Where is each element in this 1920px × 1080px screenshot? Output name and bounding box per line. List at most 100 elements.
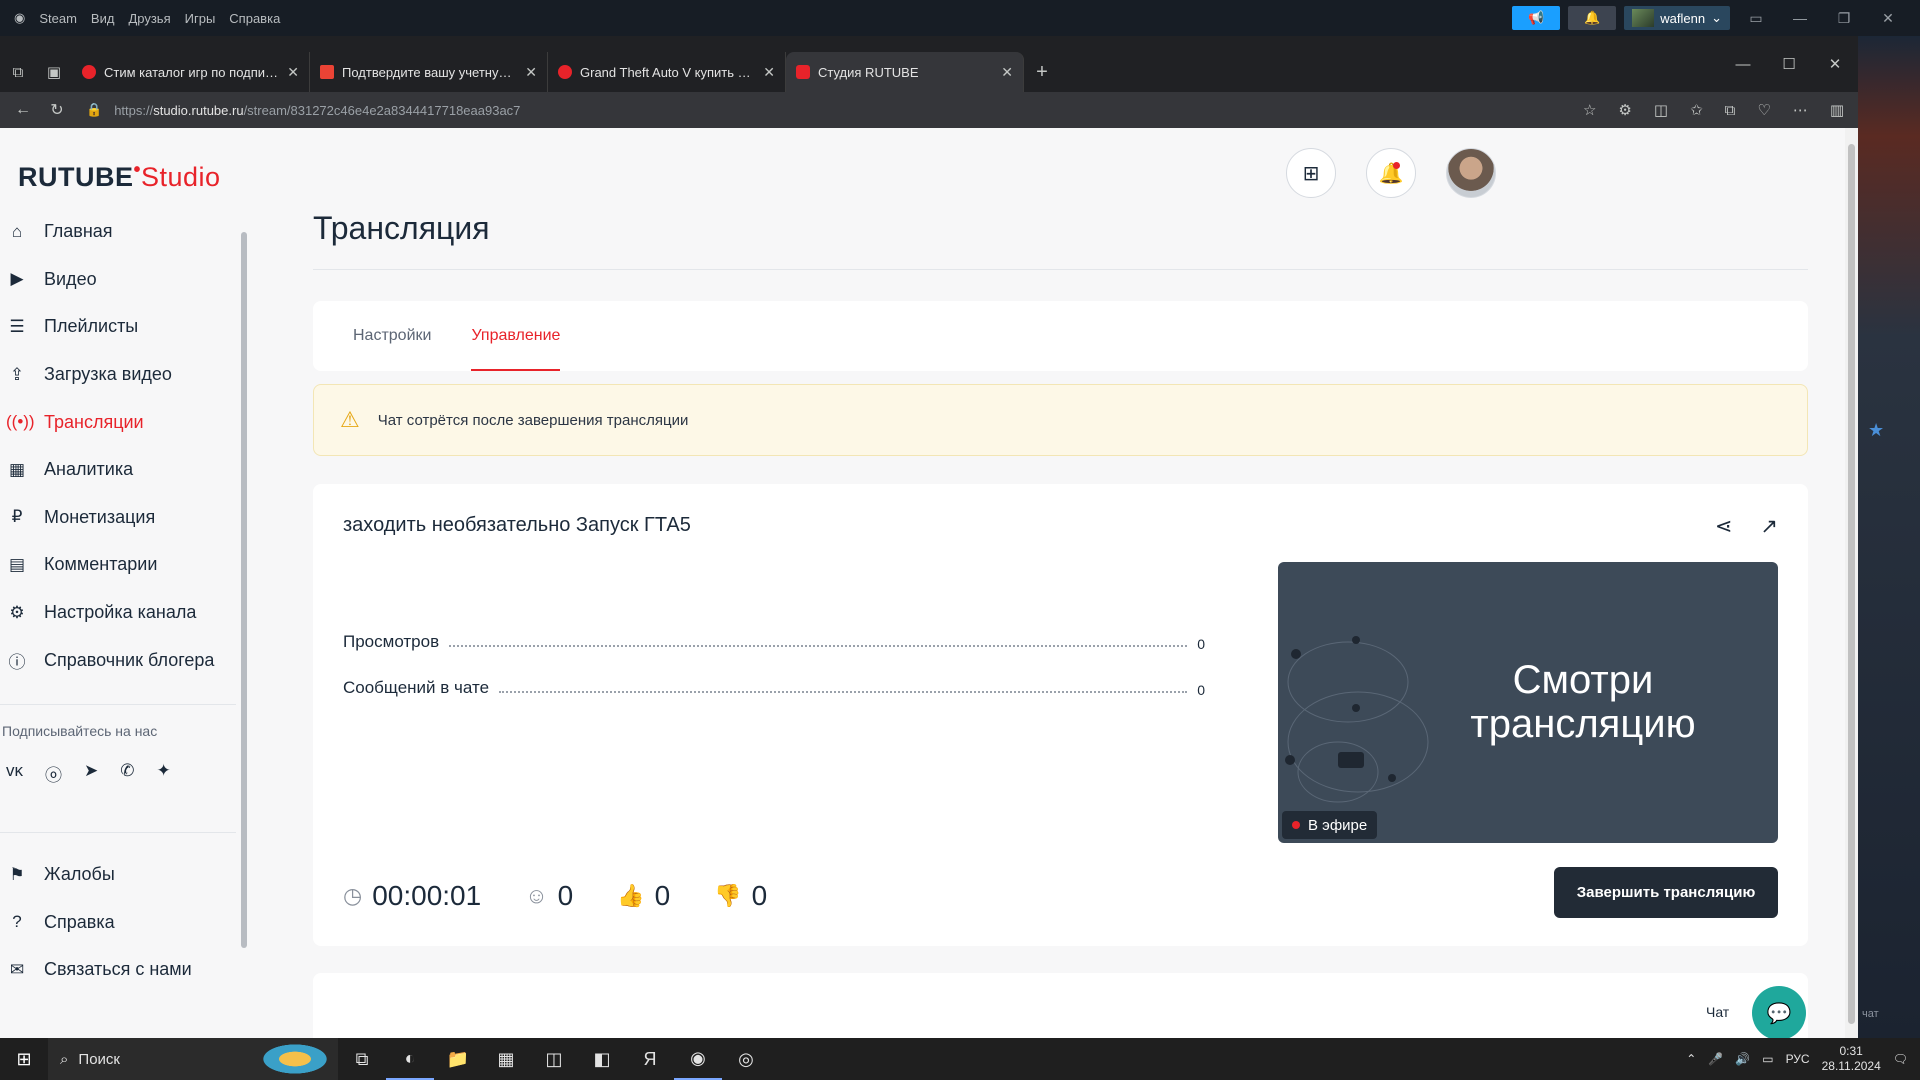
explorer-icon[interactable]: 📁 — [434, 1038, 482, 1080]
page-scroll-thumb[interactable] — [1848, 144, 1855, 1024]
chat-label: Чат — [1706, 1004, 1730, 1020]
sidebar-item-label: Комментарии — [44, 554, 158, 575]
back-icon[interactable]: ← — [6, 101, 40, 119]
task-view-icon[interactable]: ⧉ — [338, 1038, 386, 1080]
split-screen-icon[interactable]: ◫ — [1654, 101, 1668, 119]
preview-text-line1: Смотри — [1512, 658, 1654, 702]
browser-close-button[interactable]: ✕ — [1812, 55, 1858, 73]
outlook-icon[interactable]: ◫ — [530, 1038, 578, 1080]
browser-minimize-button[interactable]: — — [1720, 56, 1766, 73]
sidebar-item-channel-settings[interactable]: ⚙ Настройка канала — [0, 589, 250, 637]
external-link-icon[interactable]: ↗ — [1760, 514, 1778, 539]
sidebar-item-contact[interactable]: ✉ Связаться с нами — [0, 946, 250, 994]
user-avatar[interactable] — [1446, 148, 1496, 198]
page-scrollbar[interactable] — [1845, 128, 1858, 1038]
browser-maximize-button[interactable]: ☐ — [1766, 55, 1812, 73]
sidebar-item-upload[interactable]: ⇪ Загрузка видео — [0, 351, 250, 399]
steam-minimize-button[interactable]: — — [1782, 10, 1818, 26]
sidebar-item-help[interactable]: ? Справка — [0, 899, 250, 947]
messages-label: Сообщений в чате — [343, 678, 490, 697]
network-icon[interactable]: ▭ — [1762, 1052, 1773, 1066]
windows-start-icon[interactable]: ⊞ — [0, 1038, 48, 1080]
dzen-icon[interactable]: ✦ — [157, 761, 171, 786]
rutube-studio-logo[interactable]: RUTUBE•Studio — [18, 159, 221, 193]
telegram-icon[interactable]: ➤ — [84, 761, 98, 786]
favorites-icon[interactable]: ✩ — [1690, 101, 1703, 119]
browser-tab-active[interactable]: Студия RUTUBE ✕ — [786, 52, 1024, 92]
new-tab-button[interactable]: + — [1024, 52, 1060, 92]
language-indicator[interactable]: РУС — [1786, 1052, 1810, 1066]
tab-title: Подтвердите вашу учетную запи — [342, 64, 518, 80]
steam-announce-button[interactable]: 📢 — [1512, 6, 1561, 30]
sidebar-item-analytics[interactable]: ▦ Аналитика — [0, 446, 250, 494]
sidebar-item-playlists[interactable]: ☰ Плейлисты — [0, 303, 250, 351]
steam-user-menu[interactable]: waflenn ⌄ — [1624, 6, 1730, 30]
notification-center-icon[interactable]: 🗨 — [1893, 1052, 1908, 1066]
tab-settings[interactable]: Настройки — [353, 301, 431, 371]
tab-close-icon[interactable]: ✕ — [287, 64, 299, 81]
sidebar-item-complaints[interactable]: ⚑ Жалобы — [0, 851, 250, 899]
workspaces-icon[interactable]: ⧉ — [0, 52, 36, 92]
share-icon[interactable]: ⋖ — [1715, 514, 1733, 539]
steam-username: waflenn — [1660, 10, 1706, 26]
sidebar-scroll-thumb[interactable] — [241, 232, 247, 948]
extensions-icon[interactable]: ⚙ — [1618, 101, 1631, 119]
tab-close-icon[interactable]: ✕ — [763, 64, 775, 81]
logo-main: RUTUBE — [18, 162, 134, 192]
sidebar-item-home[interactable]: ⌂ Главная — [0, 208, 250, 256]
sidebar-item-broadcasts[interactable]: ((•)) Трансляции — [0, 398, 250, 446]
browser-essentials-icon[interactable]: ♡ — [1757, 101, 1770, 119]
microphone-icon[interactable]: 🎤 — [1708, 1052, 1723, 1066]
sidebar-item-label: Настройка канала — [44, 602, 197, 623]
collections-icon[interactable]: ⧉ — [1725, 102, 1736, 119]
steam-menu-steam[interactable]: Steam — [39, 11, 77, 26]
steam-bigpicture-icon[interactable]: ▭ — [1738, 10, 1774, 27]
steam-logo-icon[interactable]: ◉ — [14, 10, 25, 26]
volume-icon[interactable]: 🔊 — [1735, 1052, 1750, 1066]
url-field[interactable]: 🔒 https://studio.rutube.ru/stream/831272… — [86, 102, 520, 118]
system-tray: ⌃ 🎤 🔊 ▭ РУС 0:31 28.11.2024 🗨 — [1686, 1038, 1920, 1080]
lock-icon[interactable]: 🔒 — [86, 102, 102, 118]
end-stream-button[interactable]: Завершить трансляцию — [1554, 867, 1778, 918]
steam-menu-friends[interactable]: Друзья — [128, 11, 170, 26]
tab-management[interactable]: Управление — [471, 301, 560, 371]
more-icon[interactable]: ⋯ — [1793, 101, 1808, 119]
yandex-icon[interactable]: Я — [626, 1038, 674, 1080]
clock[interactable]: 0:31 28.11.2024 — [1822, 1044, 1881, 1074]
sidebar-scrollbar[interactable] — [240, 218, 248, 958]
sidebar-toggle-icon[interactable]: ▥ — [1830, 101, 1844, 119]
browser-tab[interactable]: Подтвердите вашу учетную запи ✕ — [310, 52, 548, 92]
steam-menu-view[interactable]: Вид — [91, 11, 115, 26]
star-icon[interactable]: ☆ — [1583, 101, 1596, 119]
steam-notifications-button[interactable]: 🔔 — [1568, 6, 1617, 30]
tab-actions-icon[interactable]: ▣ — [36, 52, 72, 92]
add-content-button[interactable]: ⊞ — [1286, 148, 1336, 198]
stream-preview[interactable]: Смотри трансляцию В эфире — [1278, 562, 1778, 843]
steam-close-button[interactable]: ✕ — [1870, 10, 1906, 27]
sidebar-item-monetization[interactable]: ₽ Монетизация — [0, 494, 250, 542]
store-icon[interactable]: ▦ — [482, 1038, 530, 1080]
taskbar-search[interactable]: ⌕ Поиск — [48, 1038, 338, 1080]
reload-icon[interactable]: ↻ — [40, 100, 74, 120]
tab-favicon-icon — [558, 65, 572, 79]
steam-menu-games[interactable]: Игры — [185, 11, 216, 26]
tray-chevron-icon[interactable]: ⌃ — [1686, 1052, 1696, 1066]
app-icon[interactable]: ◎ — [722, 1038, 770, 1080]
tab-close-icon[interactable]: ✕ — [525, 64, 537, 81]
ok-icon[interactable]: ⓞ — [45, 761, 62, 786]
steam-menu-help[interactable]: Справка — [229, 11, 280, 26]
sidebar-item-video[interactable]: ▶ Видео — [0, 256, 250, 304]
zl-app-icon[interactable]: ◧ — [578, 1038, 626, 1080]
notifications-button[interactable]: 🔔 — [1366, 148, 1416, 198]
browser-tab[interactable]: Grand Theft Auto V купить Стим ✕ — [548, 52, 786, 92]
steam-icon[interactable]: ◉ — [674, 1038, 722, 1080]
browser-tab[interactable]: Стим каталог игр по подписке - ✕ — [72, 52, 310, 92]
chat-support-button[interactable]: 💬 — [1752, 986, 1806, 1038]
tab-close-icon[interactable]: ✕ — [1001, 64, 1013, 81]
steam-maximize-button[interactable]: ❐ — [1826, 10, 1862, 27]
sidebar-item-blogger-guide[interactable]: ⓘ Справочник блогера — [0, 636, 250, 684]
edge-icon[interactable]: ◐ — [386, 1038, 434, 1080]
viber-icon[interactable]: ✆ — [120, 761, 134, 786]
vk-icon[interactable]: ᴠᴋ — [6, 761, 23, 786]
sidebar-item-comments[interactable]: ▤ Комментарии — [0, 541, 250, 589]
